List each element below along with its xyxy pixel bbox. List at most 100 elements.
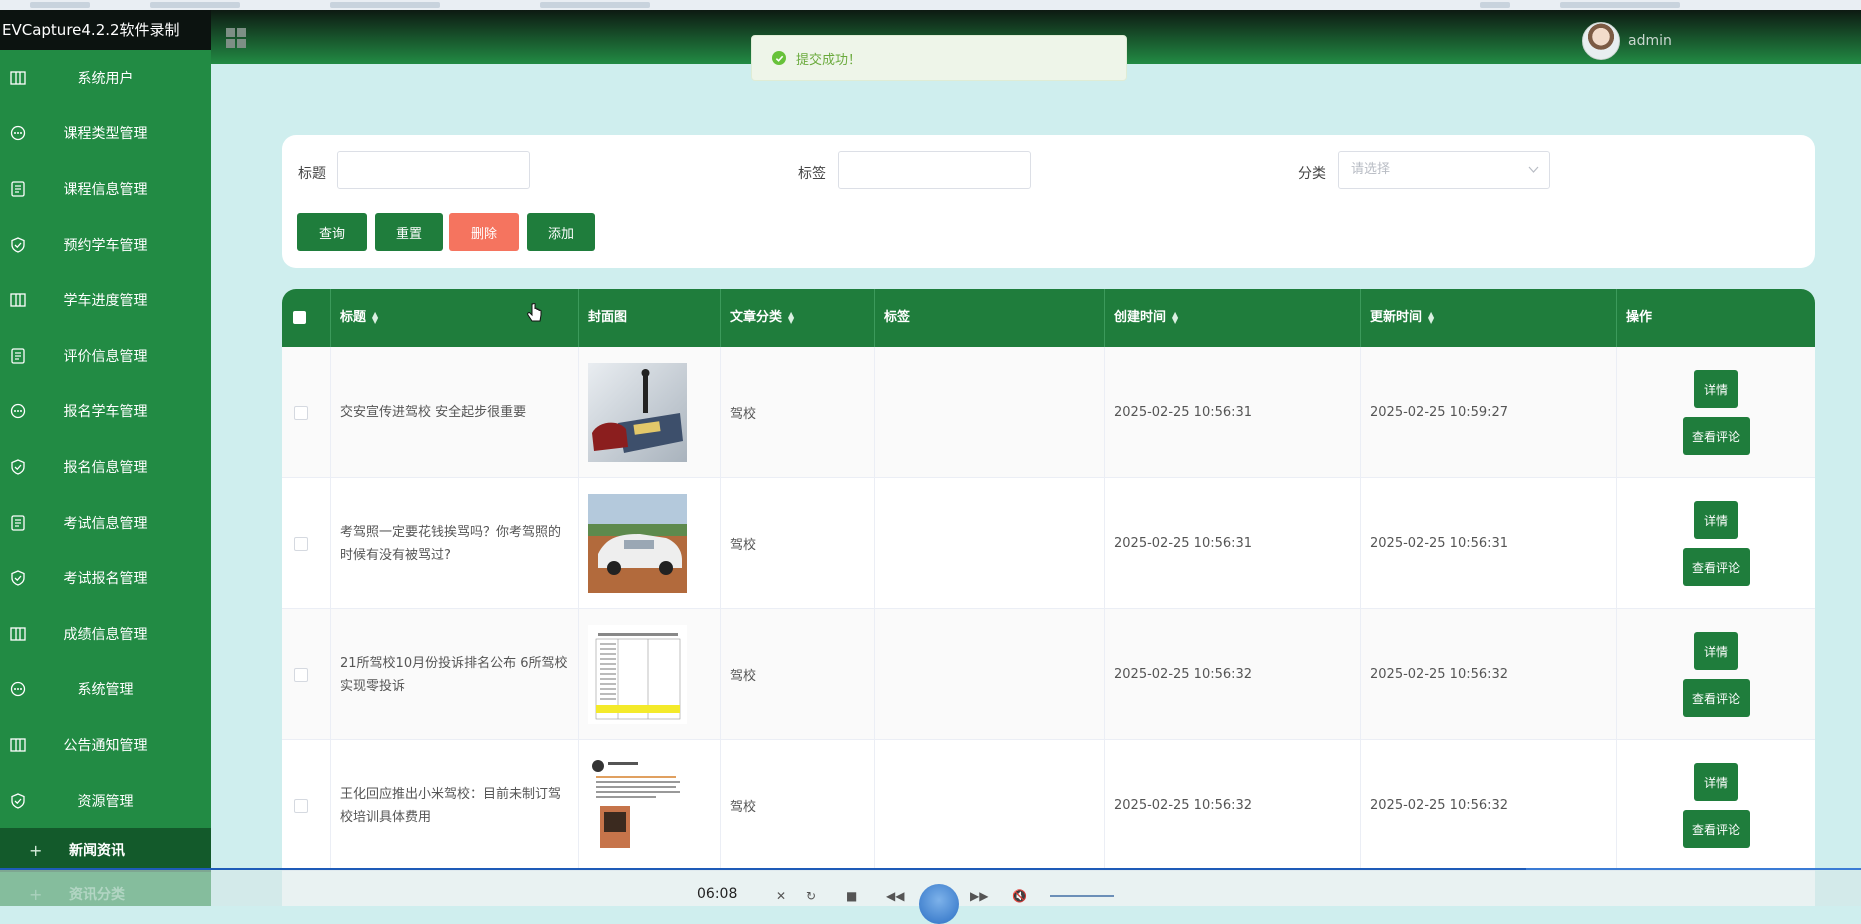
success-toast: 提交成功！ bbox=[751, 35, 1127, 81]
sidebar-item[interactable]: 学车进度管理 bbox=[0, 272, 211, 328]
table-row[interactable]: 交安宣传进驾校 安全起步很重要 驾校 2025-02-25 10:56:31 2025… bbox=[282, 347, 1815, 478]
sidebar-item[interactable]: 预约学车管理 bbox=[0, 217, 211, 273]
plus-icon: + bbox=[29, 840, 43, 860]
cell-category: 驾校 bbox=[721, 478, 875, 609]
sidebar-item-label: 报名信息管理 bbox=[63, 459, 148, 476]
row-checkbox[interactable] bbox=[294, 667, 308, 682]
cell-title: 21所驾校10月份投诉排名公布 6所驾校实现零投诉 bbox=[331, 609, 579, 740]
sidebar-item[interactable]: 评价信息管理 bbox=[0, 328, 211, 384]
header-category-label: 文章分类 bbox=[730, 310, 783, 325]
view-comments-button[interactable]: 查看评论 bbox=[1682, 417, 1750, 455]
cover-image[interactable] bbox=[588, 756, 687, 855]
search-panel: 标题 标签 分类 请选择 查询 重置 删除 添加 bbox=[282, 135, 1815, 268]
sidebar-item[interactable]: 报名学车管理 bbox=[0, 384, 211, 440]
cell-created: 2025-02-25 10:56:32 bbox=[1105, 740, 1361, 871]
cell-updated: 2025-02-25 10:56:32 bbox=[1361, 609, 1617, 740]
sidebar-item[interactable]: 考试信息管理 bbox=[0, 495, 211, 551]
row-checkbox[interactable] bbox=[294, 536, 308, 551]
title-filter-input[interactable] bbox=[337, 151, 530, 189]
sort-icon[interactable]: ▲ ▼ bbox=[372, 310, 378, 324]
cover-image[interactable] bbox=[588, 363, 687, 462]
cell-category: 驾校 bbox=[721, 740, 875, 871]
sidebar-item[interactable]: 成绩信息管理 bbox=[0, 606, 211, 662]
detail-button[interactable]: 详情 bbox=[1694, 763, 1738, 801]
table-row[interactable]: 考驾照一定要花钱挨骂吗？你考驾照的时候有没有被骂过? 驾校 2025-02-25 1… bbox=[282, 478, 1815, 609]
refresh-icon[interactable]: ↻ bbox=[806, 886, 816, 906]
header-cover: 封面图 bbox=[579, 289, 721, 347]
sidebar-item-label: 预约学车管理 bbox=[63, 237, 148, 254]
sidebar-item-label: 课程类型管理 bbox=[63, 126, 148, 143]
mute-icon[interactable]: 🔇 bbox=[1012, 886, 1027, 906]
detail-button[interactable]: 详情 bbox=[1694, 632, 1738, 670]
toast-message: 提交成功！ bbox=[796, 52, 862, 68]
cover-image[interactable] bbox=[588, 494, 687, 593]
cell-cover bbox=[579, 347, 721, 478]
category-select[interactable]: 请选择 bbox=[1338, 151, 1550, 189]
cell-title: 交安宣传进驾校 安全起步很重要 bbox=[331, 347, 579, 478]
cell-created: 2025-02-25 10:56:31 bbox=[1105, 347, 1361, 478]
cell-tags bbox=[875, 609, 1105, 740]
volume-slider[interactable] bbox=[1050, 895, 1114, 897]
cell-actions: 详情 查看评论 bbox=[1617, 740, 1815, 871]
query-button[interactable]: 查询 bbox=[297, 213, 367, 251]
sidebar-item[interactable]: 公告通知管理 bbox=[0, 717, 211, 773]
view-comments-button[interactable]: 查看评论 bbox=[1682, 679, 1750, 717]
video-player-bar: 06:08 ✕ ↻ ■ ◀◀ ▶▶ 🔇 bbox=[0, 870, 1861, 924]
detail-button[interactable]: 详情 bbox=[1694, 370, 1738, 408]
sidebar-subitem[interactable]: + 新闻资讯 bbox=[0, 828, 211, 873]
reset-button[interactable]: 重置 bbox=[375, 213, 443, 251]
sort-icon[interactable]: ▲ ▼ bbox=[1172, 310, 1178, 324]
select-all-checkbox[interactable] bbox=[293, 311, 306, 324]
cell-actions: 详情 查看评论 bbox=[1617, 347, 1815, 478]
sidebar-item-label: 资源管理 bbox=[77, 793, 134, 810]
cover-image[interactable] bbox=[588, 625, 687, 724]
sidebar-item[interactable]: 资源管理 bbox=[0, 773, 211, 829]
sort-icon[interactable]: ▲ ▼ bbox=[1428, 310, 1434, 324]
avatar[interactable] bbox=[1582, 22, 1620, 60]
play-button[interactable] bbox=[919, 884, 959, 924]
tag-filter-label: 标签 bbox=[798, 166, 826, 182]
detail-button[interactable]: 详情 bbox=[1694, 501, 1738, 539]
table-row[interactable]: 21所驾校10月份投诉排名公布 6所驾校实现零投诉 驾校 2025-02-25 10… bbox=[282, 609, 1815, 740]
sidebar-item[interactable]: 课程信息管理 bbox=[0, 161, 211, 217]
header-tags-label: 标签 bbox=[884, 310, 911, 325]
sidebar-item[interactable]: 报名信息管理 bbox=[0, 439, 211, 495]
cell-actions: 详情 查看评论 bbox=[1617, 609, 1815, 740]
cell-title: 王化回应推出小米驾校：目前未制订驾校培训具体费用 bbox=[331, 740, 579, 871]
sidebar-item[interactable]: 考试报名管理 bbox=[0, 550, 211, 606]
fast-forward-icon[interactable]: ▶▶ bbox=[970, 886, 988, 906]
table-row[interactable]: 王化回应推出小米驾校：目前未制订驾校培训具体费用 驾校 2025-02-25 10:… bbox=[282, 740, 1815, 871]
sidebar-item-label: 公告通知管理 bbox=[63, 737, 148, 754]
sidebar-item-label: 报名学车管理 bbox=[63, 404, 148, 421]
cell-created: 2025-02-25 10:56:31 bbox=[1105, 478, 1361, 609]
sidebar-item-label: 考试报名管理 bbox=[63, 571, 148, 588]
sidebar-item[interactable]: 课程类型管理 bbox=[0, 106, 211, 162]
sidebar-item[interactable]: 系统管理 bbox=[0, 662, 211, 718]
stop-icon[interactable]: ■ bbox=[846, 886, 857, 906]
header-cover-label: 封面图 bbox=[588, 310, 628, 325]
header-created[interactable]: 创建时间 ▲ ▼ bbox=[1105, 289, 1361, 347]
delete-button[interactable]: 删除 bbox=[449, 213, 519, 251]
grid-menu-icon[interactable] bbox=[225, 27, 247, 49]
header-updated[interactable]: 更新时间 ▲ ▼ bbox=[1361, 289, 1617, 347]
header-category[interactable]: 文章分类 ▲ ▼ bbox=[721, 289, 875, 347]
row-select-cell bbox=[282, 609, 331, 740]
cell-cover bbox=[579, 740, 721, 871]
cell-actions: 详情 查看评论 bbox=[1617, 478, 1815, 609]
sidebar-menu: 系统用户课程类型管理课程信息管理预约学车管理学车进度管理 评价信息管理报名学车管理… bbox=[0, 50, 211, 906]
cell-updated: 2025-02-25 10:56:31 bbox=[1361, 478, 1617, 609]
sort-icon[interactable]: ▲ ▼ bbox=[788, 310, 794, 324]
row-select-cell bbox=[282, 478, 331, 609]
header-updated-label: 更新时间 bbox=[1370, 310, 1423, 325]
rewind-icon[interactable]: ◀◀ bbox=[886, 886, 904, 906]
sidebar-item[interactable]: 系统用户 bbox=[0, 50, 211, 106]
view-comments-button[interactable]: 查看评论 bbox=[1682, 548, 1750, 586]
row-checkbox[interactable] bbox=[294, 405, 308, 420]
tag-filter-input[interactable] bbox=[838, 151, 1031, 189]
add-button[interactable]: 添加 bbox=[527, 213, 595, 251]
row-checkbox[interactable] bbox=[294, 798, 308, 813]
cell-cover bbox=[579, 609, 721, 740]
username[interactable]: admin bbox=[1628, 33, 1672, 49]
shuffle-icon[interactable]: ✕ bbox=[776, 886, 786, 906]
view-comments-button[interactable]: 查看评论 bbox=[1682, 810, 1750, 848]
